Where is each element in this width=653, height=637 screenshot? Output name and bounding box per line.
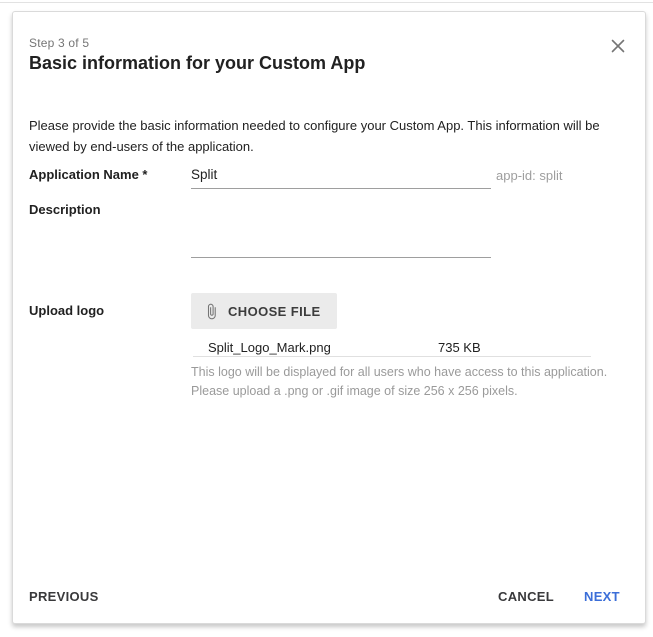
step-indicator: Step 3 of 5 <box>29 36 89 50</box>
description-input[interactable] <box>191 202 491 258</box>
custom-app-wizard-dialog: Step 3 of 5 Basic information for your C… <box>12 11 646 624</box>
description-label: Description <box>29 202 101 217</box>
page-top-divider <box>0 2 653 3</box>
choose-file-button[interactable]: CHOOSE FILE <box>191 293 337 329</box>
dialog-title: Basic information for your Custom App <box>29 53 365 74</box>
close-button[interactable] <box>609 39 627 57</box>
uploaded-file-size: 735 KB <box>438 340 481 355</box>
upload-help-line-1: This logo will be displayed for all user… <box>191 363 621 382</box>
upload-help-line-2: Please upload a .png or .gif image of si… <box>191 382 621 401</box>
next-button[interactable]: NEXT <box>584 589 620 604</box>
uploaded-file-row: Split_Logo_Mark.png 735 KB <box>193 340 591 356</box>
application-name-input[interactable] <box>191 161 491 189</box>
intro-text: Please provide the basic information nee… <box>29 115 631 157</box>
close-icon <box>611 39 625 58</box>
choose-file-button-label: CHOOSE FILE <box>228 304 321 319</box>
cancel-button[interactable]: CANCEL <box>498 589 554 604</box>
application-name-label: Application Name * <box>29 167 147 182</box>
upload-help-text: This logo will be displayed for all user… <box>191 363 621 401</box>
previous-button[interactable]: PREVIOUS <box>29 589 99 604</box>
uploaded-file-name: Split_Logo_Mark.png <box>208 340 331 355</box>
app-id-hint: app-id: split <box>496 168 562 183</box>
paperclip-icon <box>203 303 220 320</box>
file-row-divider <box>193 356 591 357</box>
upload-logo-label: Upload logo <box>29 303 104 318</box>
